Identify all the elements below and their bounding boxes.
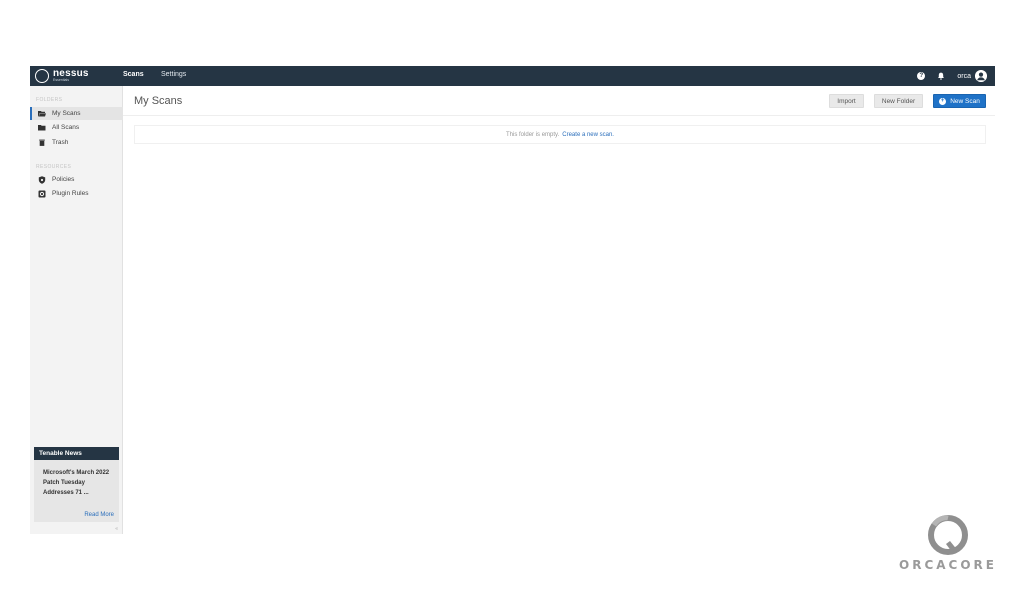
notifications-bell-icon[interactable] bbox=[937, 72, 945, 80]
new-folder-button[interactable]: New Folder bbox=[874, 94, 923, 108]
main-content: My Scans Import New Folder + New Scan Th… bbox=[123, 86, 995, 534]
title-divider bbox=[123, 115, 995, 116]
logo-edition: Essentials bbox=[53, 78, 69, 83]
sidebar-item-policies[interactable]: Policies bbox=[30, 173, 123, 186]
shield-icon bbox=[38, 175, 46, 184]
sidebar-item-all-scans[interactable]: All Scans bbox=[30, 121, 123, 134]
page-title: My Scans bbox=[134, 95, 183, 107]
import-button[interactable]: Import bbox=[829, 94, 864, 108]
trash-icon bbox=[38, 139, 46, 146]
top-navbar: nessus Essentials Scans Settings ? orca bbox=[30, 66, 995, 86]
sidebar-item-label: Plugin Rules bbox=[52, 190, 89, 197]
orcacore-logo-icon bbox=[928, 515, 968, 555]
nav-settings[interactable]: Settings bbox=[161, 71, 186, 78]
logo-mark-icon bbox=[35, 69, 49, 83]
user-area: ? orca bbox=[917, 69, 987, 83]
sidebar: FOLDERS My Scans All Scans Trash RESOURC… bbox=[30, 86, 123, 534]
news-title: Tenable News bbox=[34, 447, 119, 460]
folder-open-icon bbox=[38, 110, 46, 117]
user-name[interactable]: orca bbox=[957, 73, 971, 80]
collapse-sidebar-icon[interactable]: « bbox=[115, 526, 118, 532]
empty-text: This folder is empty. bbox=[506, 131, 560, 138]
plugin-icon bbox=[38, 190, 46, 197]
news-headline[interactable]: Microsoft's March 2022 Patch Tuesday Add… bbox=[34, 460, 119, 498]
nav-scans[interactable]: Scans bbox=[123, 71, 144, 78]
watermark-text: ORCACORE bbox=[899, 558, 997, 572]
resources-heading: RESOURCES bbox=[36, 164, 72, 170]
folders-heading: FOLDERS bbox=[36, 97, 63, 103]
sidebar-item-label: My Scans bbox=[52, 110, 81, 117]
nessus-app: nessus Essentials Scans Settings ? orca … bbox=[30, 66, 995, 534]
plus-circle-icon: + bbox=[939, 97, 947, 105]
sidebar-item-label: Policies bbox=[52, 176, 75, 183]
help-icon[interactable]: ? bbox=[917, 72, 926, 80]
nessus-logo[interactable]: nessus Essentials bbox=[35, 68, 89, 84]
new-scan-button[interactable]: + New Scan bbox=[933, 94, 986, 108]
sidebar-item-label: Trash bbox=[52, 139, 69, 146]
tenable-news-widget: Tenable News Microsoft's March 2022 Patc… bbox=[34, 447, 119, 522]
new-scan-label: New Scan bbox=[950, 97, 980, 105]
user-avatar-icon[interactable] bbox=[975, 70, 987, 82]
empty-folder-message: This folder is empty. Create a new scan. bbox=[134, 125, 986, 144]
orcacore-watermark: ORCACORE bbox=[898, 515, 998, 575]
sidebar-item-my-scans[interactable]: My Scans bbox=[30, 107, 123, 120]
sidebar-item-label: All Scans bbox=[52, 124, 80, 131]
create-scan-link[interactable]: Create a new scan. bbox=[562, 132, 614, 138]
folder-icon bbox=[38, 124, 46, 131]
sidebar-item-trash[interactable]: Trash bbox=[30, 136, 123, 149]
read-more-link[interactable]: Read More bbox=[84, 512, 114, 518]
sidebar-item-plugin-rules[interactable]: Plugin Rules bbox=[30, 187, 123, 200]
